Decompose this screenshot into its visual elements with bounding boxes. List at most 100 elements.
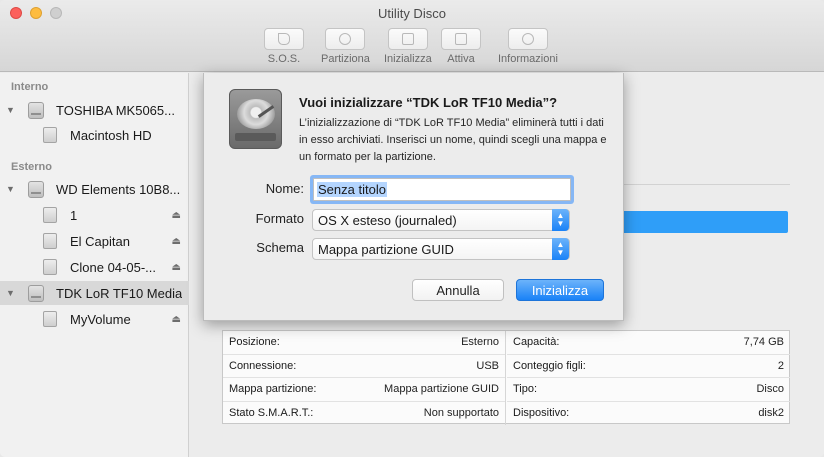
info-key: Connessione:	[229, 359, 297, 372]
info-value: Mappa partizione GUID	[384, 383, 499, 396]
partition-usage-bar	[622, 211, 788, 233]
info-key: Stato S.M.A.R.T.:	[229, 407, 314, 420]
partition-button[interactable]	[325, 28, 366, 50]
info-value: Non supportato	[423, 407, 499, 420]
volume-icon	[43, 259, 57, 275]
toolbar-sos[interactable]: S.O.S.	[264, 28, 304, 65]
volume-icon	[43, 233, 57, 249]
volume-icon	[43, 207, 57, 223]
info-value: 7,74 GB	[743, 336, 784, 349]
toolbar-erase[interactable]: Inizializza	[384, 28, 432, 65]
window-title: Utility Disco	[378, 6, 446, 21]
mount-icon	[455, 33, 467, 45]
format-popup-value: OS X esteso (journaled)	[318, 212, 457, 228]
volume-icon	[43, 127, 57, 143]
info-row: Connessione: USB	[223, 355, 505, 378]
sos-button[interactable]	[264, 28, 304, 50]
info-column-left: Posizione: Esterno Connessione: USB Mappa …	[223, 331, 506, 425]
sidebar-item-el-capitan[interactable]: El Capitan ⏏	[0, 229, 189, 253]
sidebar-item-label: Clone 04-05-...	[70, 259, 156, 275]
divider	[622, 184, 790, 185]
sidebar-item-volume-1[interactable]: 1 ⏏	[0, 203, 189, 227]
name-input-value: Senza titolo	[317, 182, 387, 197]
eject-icon[interactable]: ⏏	[172, 236, 181, 247]
info-row: Mappa partizione: Mappa partizione GUID	[223, 378, 505, 402]
eject-icon[interactable]: ⏏	[172, 210, 181, 221]
info-value: 2	[777, 359, 784, 372]
info-key: Tipo:	[513, 383, 538, 396]
toolbar-mount[interactable]: Attiva	[441, 28, 481, 65]
info-value: USB	[476, 359, 499, 372]
info-key: Dispositivo:	[513, 407, 570, 420]
name-label: Nome:	[265, 181, 304, 196]
info-button[interactable]	[507, 28, 548, 50]
disclosure-triangle-icon[interactable]: ▼	[6, 105, 15, 115]
hard-disk-icon	[229, 89, 282, 149]
disk-info-table: Posizione: Esterno Connessione: USB Mappa …	[222, 330, 790, 425]
sidebar-item-label: WD Elements 10B8...	[56, 181, 181, 197]
toolbar-sos-label: S.O.S.	[267, 53, 301, 65]
info-key: Conteggio figli:	[513, 359, 586, 372]
dialog-title: Vuoi inizializzare “TDK LoR TF10 Media”?	[299, 95, 558, 110]
name-input[interactable]: Senza titolo	[313, 178, 571, 201]
external-disk-icon	[28, 284, 44, 302]
format-label: Formato	[255, 211, 304, 226]
sidebar-item-myvolume[interactable]: MyVolume ⏏	[0, 307, 189, 331]
info-row: Stato S.M.A.R.T.: Non supportato	[223, 402, 505, 426]
sidebar-item-toshiba[interactable]: ▼ TOSHIBA MK5065...	[0, 98, 189, 122]
external-disk-icon	[28, 180, 44, 198]
info-row: Conteggio figli: 2	[507, 355, 790, 378]
info-column-right: Capacità: 7,74 GB Conteggio figli: 2 Tipo:…	[507, 331, 790, 425]
updown-chevron-icon: ▲ ▼	[552, 238, 569, 260]
sidebar-item-label: TDK LoR TF10 Media	[56, 285, 183, 301]
sidebar: Interno ▼ TOSHIBA MK5065... Macintosh HD…	[0, 73, 189, 457]
sidebar-item-label: MyVolume	[70, 311, 131, 327]
erase-button[interactable]	[387, 28, 428, 50]
info-icon	[521, 33, 534, 45]
sidebar-item-clone[interactable]: Clone 04-05-... ⏏	[0, 255, 189, 279]
hard-disk-icon-base	[235, 133, 276, 141]
scheme-popup[interactable]: Mappa partizione GUID ▲ ▼	[312, 238, 570, 260]
hard-disk-icon-platter	[237, 99, 275, 129]
dialog-description: L’inizializzazione di “TDK LoR TF10 Medi…	[299, 117, 607, 163]
info-key: Capacità:	[513, 336, 560, 349]
sidebar-item-tdk-media[interactable]: ▼ TDK LoR TF10 Media	[0, 281, 189, 305]
sidebar-item-label: Macintosh HD	[70, 127, 152, 143]
sidebar-item-label: El Capitan	[70, 233, 130, 249]
info-row: Capacità: 7,74 GB	[507, 331, 790, 355]
info-value: disk2	[758, 407, 784, 420]
disclosure-triangle-icon[interactable]: ▼	[6, 288, 15, 298]
toolbar-partition-label: Partiziona	[321, 53, 370, 65]
sidebar-header-external: Esterno	[11, 161, 52, 173]
disclosure-triangle-icon[interactable]: ▼	[6, 184, 15, 194]
title-toolbar: Utility Disco S.O.S. Partiziona Iniziali…	[0, 0, 824, 72]
sidebar-item-wd-elements[interactable]: ▼ WD Elements 10B8...	[0, 177, 189, 201]
cancel-button[interactable]: Annulla	[412, 279, 504, 301]
eject-icon[interactable]: ⏏	[172, 314, 181, 325]
info-row: Dispositivo: disk2	[507, 402, 790, 426]
info-row: Posizione: Esterno	[223, 331, 505, 355]
updown-chevron-icon: ▲ ▼	[552, 209, 569, 231]
scheme-label: Schema	[256, 240, 304, 255]
toolbar-partition[interactable]: Partiziona	[321, 28, 370, 65]
format-popup[interactable]: OS X esteso (journaled) ▲ ▼	[312, 209, 570, 231]
toolbar-mount-label: Attiva	[447, 53, 475, 65]
toolbar-info-label: Informazioni	[498, 53, 558, 65]
sidebar-item-label: 1	[70, 207, 78, 223]
sidebar-item-label: TOSHIBA MK5065...	[56, 102, 175, 118]
erase-confirm-button[interactable]: Inizializza	[516, 279, 604, 301]
toolbar-info[interactable]: Informazioni	[498, 28, 558, 65]
info-row: Tipo: Disco	[507, 378, 790, 402]
mount-button[interactable]	[441, 28, 481, 50]
info-value: Disco	[756, 383, 784, 396]
sidebar-item-macintosh-hd[interactable]: Macintosh HD	[0, 123, 189, 147]
info-key: Mappa partizione:	[229, 383, 317, 396]
scheme-popup-value: Mappa partizione GUID	[318, 241, 454, 257]
pie-chart-icon	[339, 33, 352, 45]
toolbar-erase-label: Inizializza	[384, 53, 432, 65]
erase-icon	[401, 33, 414, 45]
erase-dialog: Vuoi inizializzare “TDK LoR TF10 Media”?…	[203, 73, 624, 321]
hard-disk-icon	[28, 101, 44, 119]
eject-icon[interactable]: ⏏	[172, 262, 181, 273]
volume-icon	[43, 311, 57, 327]
